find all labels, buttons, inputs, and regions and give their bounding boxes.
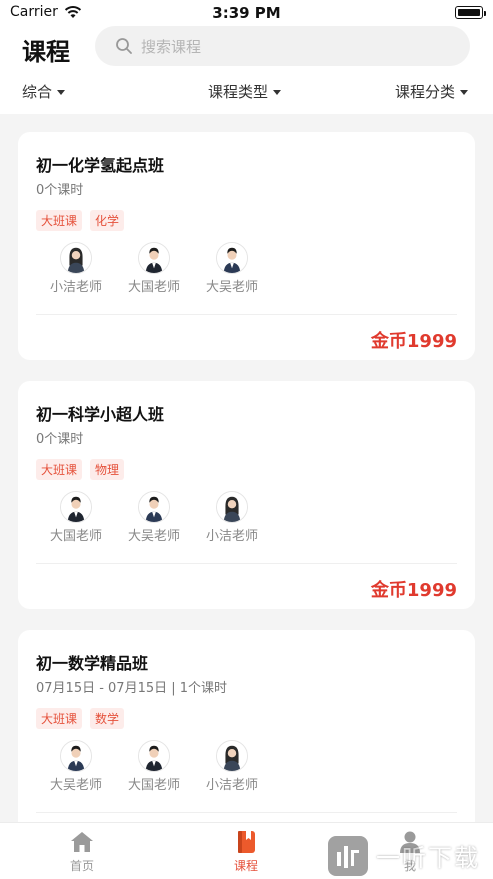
course-tags: 大班课 物理 (36, 459, 125, 480)
course-tag: 大班课 (36, 459, 83, 480)
course-card[interactable]: 初一化学氢起点班 0个课时 大班课 化学 小洁老师 大国老师 大吴老师 金币19… (18, 132, 475, 360)
filter-bar: 综合 课程类型 课程分类 (0, 78, 493, 114)
teacher: 大国老师 (44, 491, 108, 544)
filter-course-type[interactable]: 课程类型 (208, 81, 282, 102)
tab-course-label: 课程 (233, 859, 258, 873)
teacher: 小洁老师 (200, 740, 264, 793)
teacher-name: 大国老师 (49, 529, 102, 544)
teacher-name: 小洁老师 (49, 280, 102, 295)
teacher-avatar-male (60, 491, 92, 523)
course-tag: 大班课 (36, 210, 83, 231)
course-price: 金币1999 (370, 331, 457, 352)
caret-down-icon (273, 89, 282, 95)
course-title: 初一科学小超人班 (36, 405, 165, 424)
page-title: 课程 (22, 38, 70, 66)
teacher: 大吴老师 (44, 740, 108, 793)
watermark: 一听下载 (328, 832, 493, 879)
course-card[interactable]: 初一科学小超人班 0个课时 大班课 物理 大国老师 大吴老师 小洁老师 金币19… (18, 381, 475, 609)
course-tag: 大班课 (36, 708, 83, 729)
teacher-avatar-male (138, 491, 170, 523)
search-placeholder: 搜索课程 (141, 37, 202, 56)
filter-sort[interactable]: 综合 (22, 81, 66, 102)
status-bar: Carrier 3:39 PM (0, 0, 493, 26)
course-meta: 0个课时 (36, 183, 84, 198)
teacher-name: 小洁老师 (205, 778, 258, 793)
teacher: 大国老师 (122, 242, 186, 295)
teacher-avatar-male (138, 242, 170, 274)
course-book-icon (238, 831, 255, 853)
course-price: 金币1999 (370, 580, 457, 601)
teacher: 大吴老师 (200, 242, 264, 295)
filter-sort-label: 综合 (22, 83, 53, 101)
caret-down-icon (57, 89, 66, 95)
card-divider (36, 314, 457, 315)
teacher-avatar-male (216, 242, 248, 274)
caret-down-icon (460, 89, 469, 95)
course-tag: 数学 (90, 708, 125, 729)
course-tag: 化学 (90, 210, 125, 231)
search-icon (116, 38, 132, 54)
filter-course-category-label: 课程分类 (395, 83, 456, 101)
filter-course-category[interactable]: 课程分类 (395, 81, 469, 102)
card-divider (36, 563, 457, 564)
teacher-name: 小洁老师 (205, 529, 258, 544)
watermark-logo-icon (328, 835, 368, 876)
teacher-name: 大国老师 (127, 280, 180, 295)
watermark-text: 一听下载 (376, 844, 480, 872)
tab-home-label: 首页 (69, 859, 94, 873)
teacher: 大吴老师 (122, 491, 186, 544)
tab-course[interactable]: 课程 (216, 829, 276, 874)
teacher-list: 大吴老师 大国老师 小洁老师 (44, 740, 264, 793)
teacher-name: 大国老师 (127, 778, 180, 793)
tab-home[interactable]: 首页 (52, 829, 112, 874)
teacher-name: 大吴老师 (205, 280, 258, 295)
search-input[interactable]: 搜索课程 (95, 26, 470, 66)
teacher-avatar-male (60, 740, 92, 772)
teacher-avatar-male (138, 740, 170, 772)
home-icon (71, 832, 93, 852)
header: 课程 搜索课程 (0, 26, 493, 78)
teacher: 大国老师 (122, 740, 186, 793)
teacher: 小洁老师 (44, 242, 108, 295)
teacher-list: 大国老师 大吴老师 小洁老师 (44, 491, 264, 544)
course-title: 初一化学氢起点班 (36, 156, 165, 175)
course-title: 初一数学精品班 (36, 654, 149, 673)
teacher-list: 小洁老师 大国老师 大吴老师 (44, 242, 264, 295)
course-tag: 物理 (90, 459, 125, 480)
teacher-name: 大吴老师 (127, 529, 180, 544)
teacher-avatar-female (60, 242, 92, 274)
course-card[interactable]: 初一数学精品班 07月15日 - 07月15日 | 1个课时 大班课 数学 大吴… (18, 630, 475, 850)
status-time: 3:39 PM (212, 4, 281, 22)
card-divider (36, 812, 457, 813)
course-meta: 07月15日 - 07月15日 | 1个课时 (36, 681, 228, 696)
teacher-name: 大吴老师 (49, 778, 102, 793)
battery-icon (455, 6, 486, 19)
course-tags: 大班课 化学 (36, 210, 125, 231)
screen: Carrier 3:39 PM 课程 搜索课程 综合 课程类型 课程分类 初一化… (0, 0, 493, 879)
teacher-avatar-female (216, 491, 248, 523)
teacher: 小洁老师 (200, 491, 264, 544)
course-meta: 0个课时 (36, 432, 84, 447)
teacher-avatar-female (216, 740, 248, 772)
filter-course-type-label: 课程类型 (208, 83, 269, 101)
course-tags: 大班课 数学 (36, 708, 125, 729)
